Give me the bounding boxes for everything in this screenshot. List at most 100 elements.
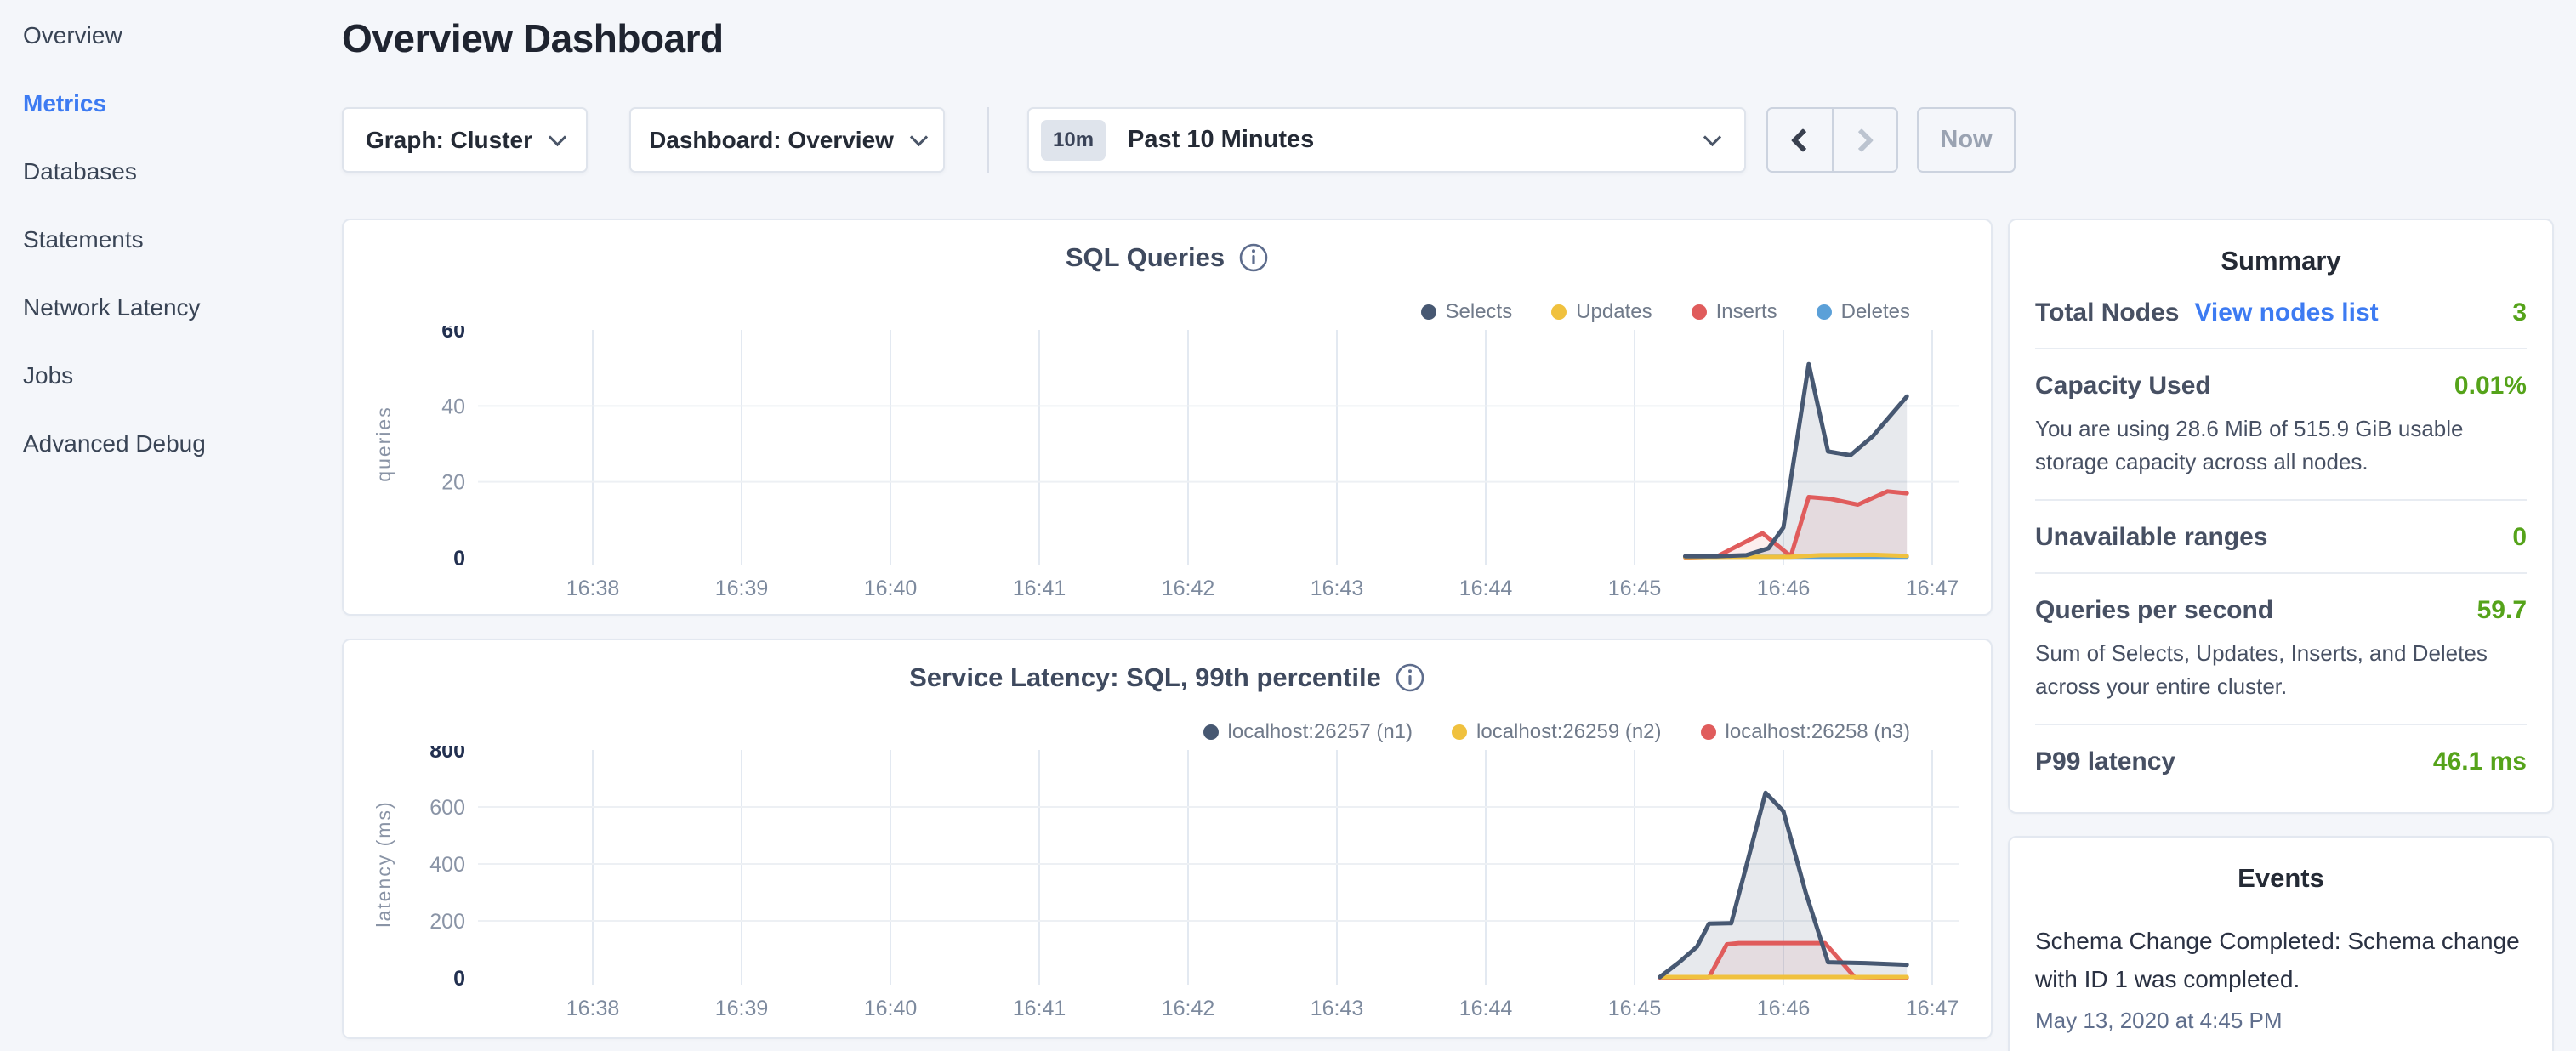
svg-text:16:46: 16:46: [1757, 577, 1811, 600]
svg-text:queries: queries: [372, 406, 395, 481]
service-latency-chart-card: Service Latency: SQL, 99th percentile lo…: [342, 639, 1993, 1039]
chart-title: SQL Queries: [1066, 242, 1225, 273]
summary-row-qps: Queries per second 59.7 Sum of Selects, …: [2035, 574, 2527, 724]
legend-item[interactable]: Selects: [1421, 300, 1513, 324]
event-list-item[interactable]: Schema Change Completed: Schema change w…: [2035, 923, 2527, 1034]
svg-text:60: 60: [441, 326, 465, 343]
time-range-dropdown[interactable]: 10m Past 10 Minutes: [1027, 107, 1746, 173]
time-back-button[interactable]: [1768, 109, 1834, 171]
sql-queries-chart-card: SQL Queries Selects Updates Inserts Deletes…: [342, 219, 1993, 616]
sidebar-item-statements[interactable]: Statements: [23, 206, 323, 274]
events-panel: Events Schema Change Completed: Schema c…: [2008, 836, 2554, 1051]
svg-text:400: 400: [429, 853, 465, 877]
summary-value: 3: [2512, 298, 2527, 327]
chevron-down-icon: [1703, 128, 1721, 145]
time-forward-button[interactable]: [1834, 109, 1897, 171]
summary-subtext: Sum of Selects, Updates, Inserts, and De…: [2035, 637, 2527, 703]
chart-legend: Selects Updates Inserts Deletes: [1421, 300, 1911, 324]
time-range-label: Past 10 Minutes: [1128, 126, 1314, 154]
sql-queries-plot-area[interactable]: 0204060queries16:3816:3916:4016:4116:421…: [365, 326, 1972, 623]
controls-bar: Graph: Cluster Dashboard: Overview 10m P…: [0, 107, 2576, 173]
legend-dot-icon: [1692, 304, 1707, 320]
svg-text:16:42: 16:42: [1162, 577, 1215, 600]
time-pager: [1766, 107, 1898, 173]
legend-label: Updates: [1576, 300, 1652, 324]
svg-text:16:45: 16:45: [1608, 577, 1662, 600]
summary-subtext: You are using 28.6 MiB of 515.9 GiB usab…: [2035, 412, 2527, 479]
sidebar-item-advanced-debug[interactable]: Advanced Debug: [23, 410, 323, 478]
svg-text:16:44: 16:44: [1459, 577, 1513, 600]
svg-text:16:41: 16:41: [1013, 997, 1066, 1020]
legend-item[interactable]: Updates: [1551, 300, 1652, 324]
summary-label: Total Nodes: [2035, 298, 2179, 327]
svg-text:800: 800: [429, 746, 465, 763]
svg-text:16:42: 16:42: [1162, 997, 1215, 1020]
legend-item[interactable]: localhost:26257 (n1): [1203, 720, 1413, 744]
page-title: Overview Dashboard: [342, 15, 724, 61]
legend-dot-icon: [1551, 304, 1567, 320]
svg-text:600: 600: [429, 796, 465, 820]
time-range-badge: 10m: [1041, 120, 1106, 161]
legend-dot-icon: [1452, 724, 1467, 740]
view-nodes-list-link[interactable]: View nodes list: [2194, 298, 2378, 327]
summary-value: 46.1 ms: [2433, 747, 2527, 776]
legend-label: Selects: [1446, 300, 1513, 324]
svg-text:16:38: 16:38: [566, 997, 620, 1020]
info-icon[interactable]: [1238, 242, 1269, 273]
chevron-right-icon: [1850, 128, 1874, 151]
summary-row-p99-latency: P99 latency 46.1 ms: [2035, 725, 2527, 797]
summary-label: Unavailable ranges: [2035, 523, 2267, 552]
summary-label: Queries per second: [2035, 596, 2273, 625]
events-title: Events: [2035, 838, 2527, 894]
service-latency-plot-area[interactable]: 0 200 400 600 800 latency (ms) 16:38 16:39 16:40…: [365, 746, 1972, 1043]
summary-row-unavailable-ranges: Unavailable ranges 0: [2035, 501, 2527, 572]
sidebar-item-jobs[interactable]: Jobs: [23, 342, 323, 410]
svg-text:200: 200: [429, 910, 465, 934]
legend-dot-icon: [1817, 304, 1832, 320]
legend-dot-icon: [1701, 724, 1716, 740]
svg-text:16:47: 16:47: [1906, 577, 1959, 600]
dashboard-dropdown[interactable]: Dashboard: Overview: [629, 107, 945, 173]
svg-text:16:40: 16:40: [864, 997, 918, 1020]
svg-text:16:47: 16:47: [1906, 997, 1959, 1020]
svg-text:16:39: 16:39: [715, 997, 769, 1020]
legend-item[interactable]: Deletes: [1817, 300, 1910, 324]
sidebar-item-overview[interactable]: Overview: [23, 2, 323, 70]
svg-text:0: 0: [453, 967, 465, 991]
svg-text:latency (ms): latency (ms): [372, 800, 395, 927]
legend-item[interactable]: localhost:26258 (n3): [1701, 720, 1910, 744]
legend-label: localhost:26258 (n3): [1726, 720, 1910, 744]
summary-title: Summary: [2035, 220, 2527, 276]
sidebar-item-network-latency[interactable]: Network Latency: [23, 274, 323, 342]
event-timestamp: May 13, 2020 at 4:45 PM: [2035, 1008, 2527, 1034]
summary-value: 0: [2512, 523, 2527, 552]
now-button[interactable]: Now: [1917, 107, 2016, 173]
summary-panel: Summary Total Nodes View nodes list 3 Ca…: [2008, 219, 2554, 814]
svg-text:16:40: 16:40: [864, 577, 918, 600]
summary-value: 59.7: [2477, 596, 2527, 625]
legend-item[interactable]: localhost:26259 (n2): [1452, 720, 1661, 744]
divider: [987, 107, 989, 173]
legend-label: Deletes: [1841, 300, 1910, 324]
chevron-left-icon: [1791, 128, 1815, 151]
svg-text:16:41: 16:41: [1013, 577, 1066, 600]
summary-label: P99 latency: [2035, 747, 2175, 776]
legend-label: Inserts: [1716, 300, 1777, 324]
legend-dot-icon: [1203, 724, 1219, 740]
chevron-down-icon: [910, 128, 928, 145]
chart-title: Service Latency: SQL, 99th percentile: [909, 662, 1381, 693]
chevron-down-icon: [549, 128, 566, 145]
info-icon[interactable]: [1395, 662, 1425, 693]
svg-text:40: 40: [441, 395, 465, 418]
event-text: Schema Change Completed: Schema change w…: [2035, 923, 2527, 999]
legend-label: localhost:26259 (n2): [1476, 720, 1661, 744]
svg-text:20: 20: [441, 471, 465, 495]
svg-text:16:43: 16:43: [1311, 997, 1364, 1020]
graph-cluster-dropdown[interactable]: Graph: Cluster: [342, 107, 588, 173]
summary-row-capacity: Capacity Used 0.01% You are using 28.6 M…: [2035, 349, 2527, 499]
dashboard-dropdown-label: Dashboard: Overview: [649, 127, 894, 154]
legend-dot-icon: [1421, 304, 1436, 320]
legend-item[interactable]: Inserts: [1692, 300, 1777, 324]
graph-dropdown-label: Graph: Cluster: [366, 127, 532, 154]
summary-label: Capacity Used: [2035, 372, 2211, 401]
